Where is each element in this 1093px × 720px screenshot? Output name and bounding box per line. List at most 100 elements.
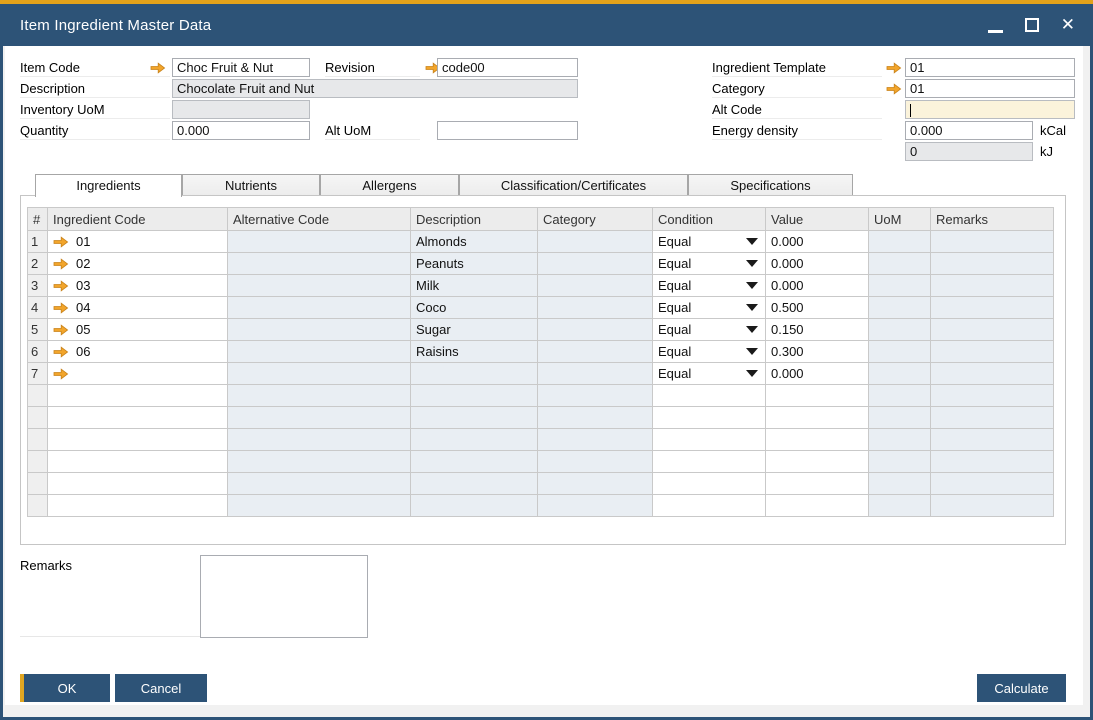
value-cell[interactable]: 0.000 [766,231,869,253]
ingredient-code-cell[interactable] [48,385,228,407]
ingredient-code-cell[interactable] [48,363,228,385]
ingredient-template-field[interactable]: 01 [905,58,1075,77]
dropdown-arrow-icon [746,348,758,355]
condition-cell[interactable] [653,451,766,473]
condition-text: Equal [658,344,691,359]
remarks-textarea[interactable] [200,555,368,638]
maximize-icon[interactable] [1025,18,1039,32]
value-cell[interactable] [766,385,869,407]
ingredient-template-link-arrow-icon[interactable] [886,62,902,74]
description-cell [411,473,538,495]
condition-cell[interactable]: Equal [653,363,766,385]
condition-dropdown[interactable]: Equal [658,319,760,340]
value-cell[interactable] [766,495,869,517]
value-cell[interactable]: 0.150 [766,319,869,341]
condition-dropdown[interactable]: Equal [658,363,760,384]
condition-dropdown[interactable]: Equal [658,297,760,318]
ingredient-link-arrow-icon[interactable] [53,324,69,336]
dropdown-arrow-icon [746,238,758,245]
tab-nutrients[interactable]: Nutrients [182,174,320,196]
value-cell[interactable]: 0.000 [766,275,869,297]
condition-dropdown[interactable]: Equal [658,341,760,362]
ingredient-link-arrow-icon[interactable] [53,280,69,292]
condition-cell[interactable]: Equal [653,341,766,363]
category-cell [538,385,653,407]
ingredient-code-cell[interactable]: 06 [48,341,228,363]
kj-unit-label: kJ [1040,143,1053,161]
ok-button[interactable]: OK [20,674,110,702]
condition-cell[interactable] [653,407,766,429]
col-header-category: Category [538,208,653,231]
cancel-button[interactable]: Cancel [115,674,207,702]
ingredient-code-cell[interactable]: 01 [48,231,228,253]
value-cell[interactable] [766,407,869,429]
alt-uom-field[interactable] [437,121,578,140]
value-cell[interactable]: 0.500 [766,297,869,319]
ingredient-link-arrow-icon[interactable] [53,236,69,248]
item-code-label: Item Code [20,59,170,77]
minimize-icon[interactable] [988,30,1003,33]
table-row [28,385,1054,407]
alternative-code-cell [228,275,411,297]
condition-cell[interactable]: Equal [653,297,766,319]
col-header-ingredient-code: Ingredient Code [48,208,228,231]
ingredient-link-arrow-icon[interactable] [53,302,69,314]
ingredient-code-cell[interactable]: 03 [48,275,228,297]
ingredient-code-cell[interactable] [48,451,228,473]
ingredient-link-arrow-icon[interactable] [53,258,69,270]
table-row: 2 02 Peanuts Equal 0.000 [28,253,1054,275]
table-row [28,429,1054,451]
description-cell [411,451,538,473]
ingredient-code-cell[interactable] [48,473,228,495]
energy-density-field[interactable]: 0.000 [905,121,1033,140]
remarks-cell [931,385,1054,407]
value-cell[interactable] [766,429,869,451]
description-cell: Milk [411,275,538,297]
condition-cell[interactable]: Equal [653,231,766,253]
ingredient-code-cell[interactable]: 05 [48,319,228,341]
ingredient-code-cell[interactable]: 04 [48,297,228,319]
ingredient-link-arrow-icon[interactable] [53,346,69,358]
ingredient-code-cell[interactable]: 02 [48,253,228,275]
condition-cell[interactable] [653,473,766,495]
condition-dropdown[interactable]: Equal [658,231,760,252]
condition-cell[interactable]: Equal [653,253,766,275]
condition-dropdown[interactable]: Equal [658,253,760,274]
titlebar[interactable]: Item Ingredient Master Data ✕ [0,4,1093,46]
ingredient-code-cell[interactable] [48,495,228,517]
item-code-field[interactable]: Choc Fruit & Nut [172,58,310,77]
alt-uom-label: Alt UoM [325,122,420,140]
description-cell [411,429,538,451]
item-code-link-arrow-icon[interactable] [150,62,166,74]
condition-cell[interactable] [653,385,766,407]
ingredient-code-cell[interactable] [48,429,228,451]
tab-specifications[interactable]: Specifications [688,174,853,196]
tab-ingredients[interactable]: Ingredients [35,174,182,197]
quantity-field[interactable]: 0.000 [172,121,310,140]
category-field[interactable]: 01 [905,79,1075,98]
alt-code-field[interactable] [905,100,1075,119]
alt-code-label: Alt Code [712,101,882,119]
uom-cell [869,275,931,297]
category-link-arrow-icon[interactable] [886,83,902,95]
row-number-cell: 1 [28,231,48,253]
ingredient-link-arrow-icon[interactable] [53,368,69,380]
tab-classification-certificates[interactable]: Classification/Certificates [459,174,688,196]
value-cell[interactable]: 0.000 [766,253,869,275]
condition-cell[interactable] [653,495,766,517]
close-icon[interactable]: ✕ [1061,18,1075,32]
condition-dropdown[interactable]: Equal [658,275,760,296]
value-cell[interactable] [766,451,869,473]
uom-cell [869,429,931,451]
value-cell[interactable]: 0.300 [766,341,869,363]
row-number-cell: 4 [28,297,48,319]
revision-field[interactable]: code00 [437,58,578,77]
condition-cell[interactable]: Equal [653,275,766,297]
tab-allergens[interactable]: Allergens [320,174,459,196]
value-cell[interactable]: 0.000 [766,363,869,385]
calculate-button[interactable]: Calculate [977,674,1066,702]
ingredient-code-cell[interactable] [48,407,228,429]
value-cell[interactable] [766,473,869,495]
condition-cell[interactable]: Equal [653,319,766,341]
condition-cell[interactable] [653,429,766,451]
